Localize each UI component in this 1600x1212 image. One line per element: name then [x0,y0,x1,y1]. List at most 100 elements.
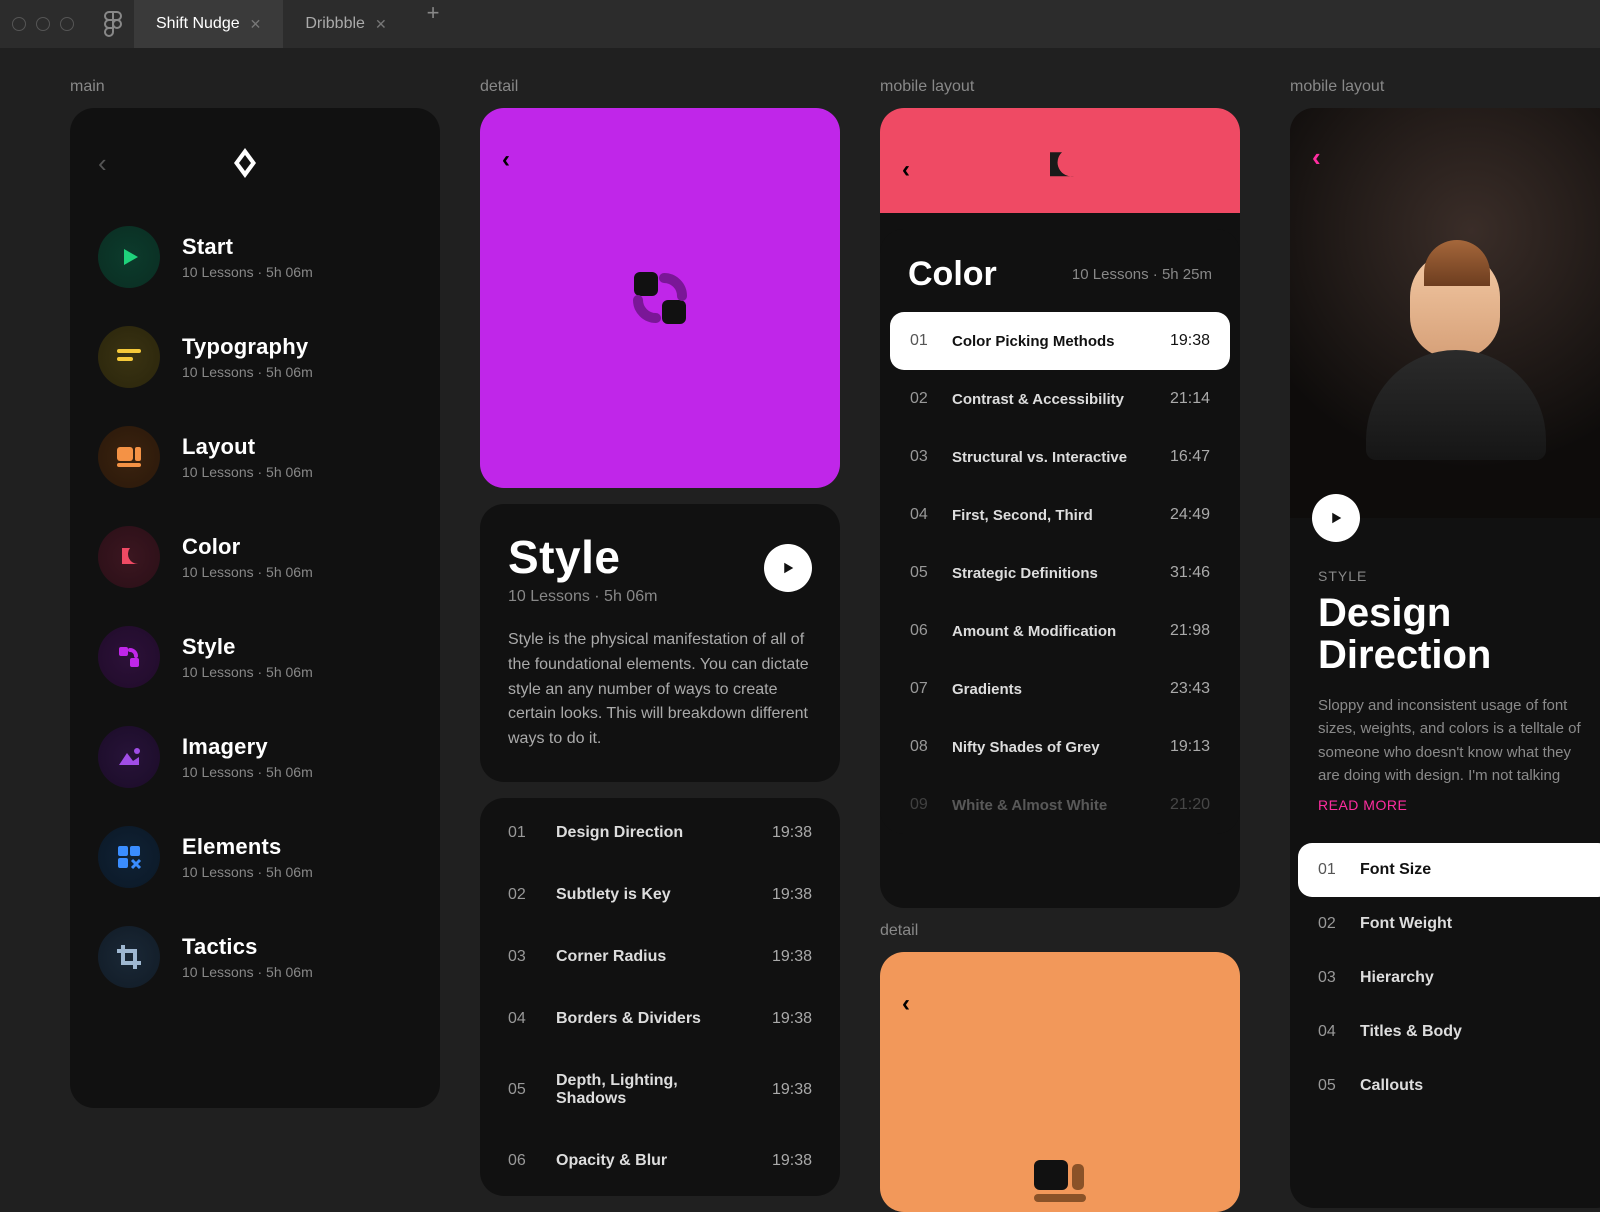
lesson-row[interactable]: 05Callouts [1298,1059,1600,1113]
close-tab-icon[interactable]: ✕ [250,16,262,33]
traffic-minimize-icon[interactable] [36,17,50,31]
color-card: Color 10 Lessons · 5h 25m 01Color Pickin… [880,229,1240,834]
instructor-avatar [1410,252,1500,358]
read-more-link[interactable]: READ MORE [1318,797,1592,813]
new-tab-button[interactable]: + [409,0,458,48]
lesson-row[interactable]: 03Hierarchy [1298,951,1600,1005]
category-meta: 10 Lessons · 5h 06m [182,964,313,980]
section-title: Color [908,255,997,294]
window-controls [12,17,74,31]
frame-mobile-direction[interactable]: ‹ STYLE Design Direction Sloppy and inco… [1290,108,1600,1208]
category-layout[interactable]: Layout 10 Lessons · 5h 06m [88,418,422,496]
frame-label-main[interactable]: main [70,78,105,96]
direction-body: STYLE Design Direction Sloppy and incons… [1290,518,1600,823]
traffic-zoom-icon[interactable] [60,17,74,31]
close-tab-icon[interactable]: ✕ [375,16,387,33]
lesson-row[interactable]: 02Subtlety is Key19:38 [480,864,840,926]
play-triangle-icon [98,226,160,288]
swatch-icon [1040,144,1080,184]
style-hero: ‹ [480,108,840,488]
figma-app-icon [102,13,124,35]
back-icon[interactable]: ‹ [902,156,910,184]
lesson-row[interactable]: 06Opacity & Blur19:38 [480,1130,840,1192]
category-title: Typography [182,334,313,360]
direction-lesson-list: 01Font Size 02Font Weight 03Hierarchy 04… [1290,843,1600,1113]
layout-icon [98,426,160,488]
lesson-title: Design Direction [1318,592,1592,676]
back-icon[interactable]: ‹ [502,146,510,174]
crop-icon [98,926,160,988]
category-tactics[interactable]: Tactics 10 Lessons · 5h 06m [88,918,422,996]
category-elements[interactable]: Elements 10 Lessons · 5h 06m [88,818,422,896]
lesson-row[interactable]: 01Design Direction19:38 [480,802,840,864]
color-lesson-list: 01Color Picking Methods19:38 02Contrast … [890,312,1230,834]
lesson-row[interactable]: 02Font Weight [1298,897,1600,951]
category-style[interactable]: Style 10 Lessons · 5h 06m [88,618,422,696]
titlebar: Shift Nudge ✕ Dribbble ✕ + [0,0,1600,48]
category-start[interactable]: Start10 Lessons · 5h 06m [88,218,422,296]
category-list: Start10 Lessons · 5h 06m Typography10 Le… [70,218,440,1036]
style-card: Style 10 Lessons · 5h 06m Style is the p… [480,504,840,782]
tab-dribbble[interactable]: Dribbble ✕ [283,0,408,48]
lesson-row[interactable]: 03Structural vs. Interactive16:47 [890,428,1230,486]
frame-detail[interactable]: ‹ Style 10 Lessons · 5h 06m Style is the… [480,108,840,1196]
lesson-row[interactable]: 03Corner Radius19:38 [480,926,840,988]
category-title: Elements [182,834,313,860]
style-icon [98,626,160,688]
style-icon [620,258,700,338]
category-title: Tactics [182,934,313,960]
lesson-row[interactable]: 04Borders & Dividers19:38 [480,988,840,1050]
play-button[interactable] [764,544,812,592]
main-header: ‹ [70,108,440,218]
frame-mobile-color[interactable]: ‹ Color 10 Lessons · 5h 25m 01Color Pick… [880,108,1240,908]
color-hero: ‹ [880,108,1240,213]
tab-strip: Shift Nudge ✕ Dribbble ✕ + [134,0,458,48]
lesson-row[interactable]: 01Font Size [1298,843,1600,897]
lesson-row[interactable]: 04Titles & Body [1298,1005,1600,1059]
lesson-row[interactable]: 01Color Picking Methods19:38 [890,312,1230,370]
figma-canvas[interactable]: main detail mobile layout mobile layout … [0,48,1600,1200]
image-icon [98,726,160,788]
tab-shift-nudge[interactable]: Shift Nudge ✕ [134,0,283,48]
frame-main[interactable]: ‹ Start10 Lessons · 5h 06m Typography10 … [70,108,440,1108]
swatch-icon [98,526,160,588]
category-meta: 10 Lessons · 5h 06m [182,364,313,380]
category-meta: 10 Lessons · 5h 06m [182,764,313,780]
category-title: Style [182,634,313,660]
category-imagery[interactable]: Imagery10 Lessons · 5h 06m [88,718,422,796]
category-meta: 10 Lessons · 5h 06m [182,664,313,680]
category-title: Start [182,234,313,260]
frame-label-detail2[interactable]: detail [880,922,918,940]
section-description: Style is the physical manifestation of a… [508,628,812,752]
lesson-description: Sloppy and inconsistent usage of font si… [1318,694,1592,787]
lesson-row[interactable]: 02Contrast & Accessibility21:14 [890,370,1230,428]
lesson-row[interactable]: 05Depth, Lighting, Shadows19:38 [480,1050,840,1130]
lesson-row[interactable]: 04First, Second, Third24:49 [890,486,1230,544]
lesson-row[interactable]: 06Amount & Modification21:98 [890,602,1230,660]
category-color[interactable]: Color10 Lessons · 5h 06m [88,518,422,596]
frame-detail-layout[interactable]: ‹ [880,952,1240,1212]
section-meta: 10 Lessons · 5h 06m [508,588,657,606]
traffic-close-icon[interactable] [12,17,26,31]
lesson-row[interactable]: 05Strategic Definitions31:46 [890,544,1230,602]
section-title: Style [508,530,657,584]
lesson-row[interactable]: 07Gradients23:43 [890,660,1230,718]
lesson-row[interactable]: 09White & Almost White21:20 [890,776,1230,834]
category-title: Layout [182,434,313,460]
typography-icon [98,326,160,388]
frame-label-mobile2[interactable]: mobile layout [1290,78,1384,96]
frame-label-detail[interactable]: detail [480,78,518,96]
eyebrow: STYLE [1318,568,1592,584]
category-meta: 10 Lessons · 5h 06m [182,864,313,880]
category-meta: 10 Lessons · 5h 06m [182,464,313,480]
elements-icon [98,826,160,888]
category-typography[interactable]: Typography 10 Lessons · 5h 06m [88,318,422,396]
lesson-row[interactable]: 08Nifty Shades of Grey19:13 [890,718,1230,776]
back-icon[interactable]: ‹ [1312,142,1321,173]
tab-label: Dribbble [305,15,365,33]
back-icon[interactable]: ‹ [902,990,910,1018]
frame-label-mobile1[interactable]: mobile layout [880,78,974,96]
back-icon[interactable]: ‹ [98,148,107,179]
tab-label: Shift Nudge [156,15,240,33]
play-button[interactable] [1312,494,1360,542]
